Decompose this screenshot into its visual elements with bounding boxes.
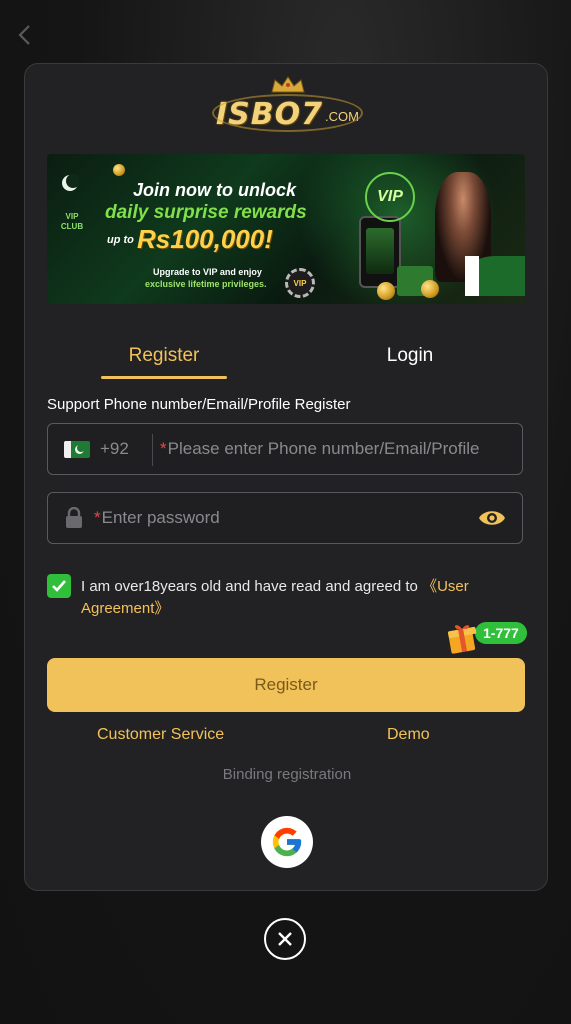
- gift-bonus[interactable]: 1-777: [445, 620, 535, 660]
- back-button[interactable]: [10, 20, 40, 50]
- google-login-button[interactable]: [261, 816, 313, 868]
- gift-badge: 1-777: [475, 622, 527, 644]
- google-icon: [272, 827, 302, 857]
- promo-banner[interactable]: VIP CLUB Join now to unlock daily surpri…: [47, 154, 525, 304]
- banner-amount: Rs100,000!: [137, 224, 273, 254]
- banner-sub1: Upgrade to VIP and enjoy: [153, 267, 262, 277]
- banner-up-to: up to: [107, 234, 134, 246]
- register-modal: ISBO7 .COM VIP CLUB Join now to unlock d…: [24, 63, 548, 891]
- brand-logo: ISBO7 .COM: [210, 76, 365, 132]
- register-button[interactable]: Register: [47, 658, 525, 712]
- close-button[interactable]: [264, 918, 306, 960]
- gift-icon: [447, 625, 477, 654]
- customer-service-link[interactable]: Customer Service: [97, 726, 224, 744]
- lock-icon: [66, 507, 82, 528]
- chevron-left-icon: [18, 25, 30, 45]
- required-mark: *: [94, 508, 101, 527]
- crown-icon: [271, 76, 305, 93]
- eye-icon[interactable]: [478, 506, 506, 530]
- logo-ring: [212, 94, 363, 132]
- pakistan-flag-icon[interactable]: [64, 441, 90, 458]
- agreement-checkbox[interactable]: [47, 574, 71, 598]
- tab-login[interactable]: Login: [347, 332, 473, 380]
- binding-registration-label: Binding registration: [222, 766, 352, 783]
- tab-register[interactable]: Register: [101, 332, 227, 380]
- agreement-statement: I am over18years old and have read and a…: [81, 578, 423, 595]
- auth-tabs: Register Login: [101, 332, 521, 380]
- agreement-text: I am over18years old and have read and a…: [81, 576, 517, 620]
- check-icon: [52, 580, 66, 592]
- country-code[interactable]: +92: [100, 439, 129, 459]
- vip-chip: VIP: [285, 268, 315, 298]
- crescent-icon: [62, 174, 79, 191]
- coin-icon: [113, 164, 125, 176]
- phone-input[interactable]: [167, 439, 512, 459]
- phone-illustration: [359, 216, 401, 288]
- banner-line1: Join now to unlock: [133, 180, 296, 200]
- required-mark: *: [160, 439, 167, 458]
- close-icon: [278, 932, 292, 946]
- demo-link[interactable]: Demo: [387, 726, 430, 744]
- banner-sub2: exclusive lifetime privileges.: [145, 279, 267, 289]
- password-field: *: [47, 492, 523, 544]
- coin-icon: [377, 282, 395, 300]
- flag-illustration: [465, 256, 525, 296]
- coin-icon: [421, 280, 439, 298]
- password-input[interactable]: [101, 508, 464, 528]
- support-label: Support Phone number/Email/Profile Regis…: [47, 396, 351, 413]
- field-divider: [152, 434, 153, 466]
- banner-line2: daily surprise rewards: [105, 202, 307, 223]
- phone-field: +92 *: [47, 423, 523, 475]
- active-tab-indicator: [101, 376, 227, 379]
- vip-club-label: VIP CLUB: [60, 212, 84, 231]
- vip-badge: VIP: [365, 172, 415, 222]
